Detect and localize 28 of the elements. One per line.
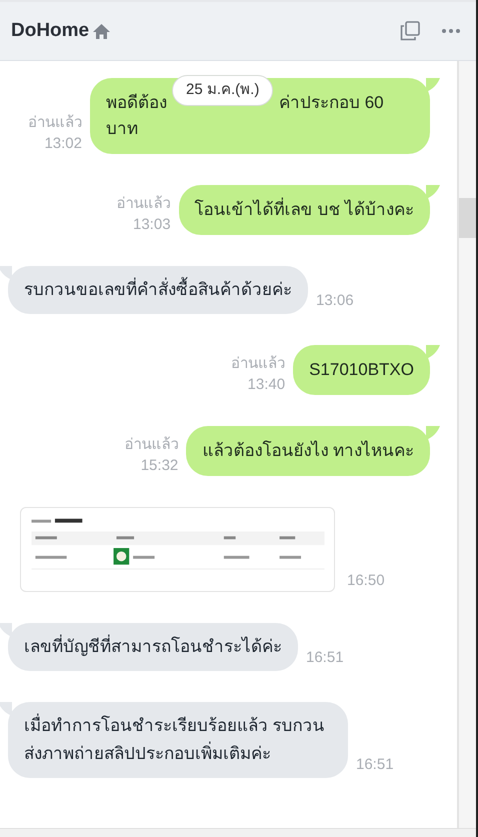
message-time: 16:50 bbox=[347, 570, 385, 590]
message-time: 13:02 bbox=[44, 134, 82, 154]
copy-button[interactable] bbox=[400, 20, 422, 42]
home-icon bbox=[93, 24, 110, 38]
message-text: บาท bbox=[106, 119, 138, 138]
read-receipt: อ่านแล้ว bbox=[231, 354, 286, 374]
bubble-tail bbox=[426, 426, 440, 440]
message-time: 13:03 bbox=[133, 215, 171, 235]
message-time: 16:51 bbox=[306, 648, 344, 668]
read-receipt: อ่านแล้ว bbox=[28, 113, 82, 133]
bubble-tail bbox=[0, 702, 12, 716]
bubble-tail bbox=[426, 345, 440, 359]
message-time: 15:32 bbox=[140, 456, 178, 476]
bubble-tail bbox=[0, 623, 12, 637]
date-badge: 25 ม.ค.(พ.) bbox=[172, 75, 274, 106]
read-receipt: อ่านแล้ว bbox=[116, 194, 171, 214]
message-time: 13:40 bbox=[248, 375, 286, 395]
message-time: 13:06 bbox=[316, 290, 354, 310]
message-text: ค่าประกอบ 60 bbox=[279, 92, 384, 114]
read-receipt: อ่านแล้ว bbox=[124, 435, 178, 455]
bubble-tail bbox=[426, 185, 440, 199]
message-time: 16:51 bbox=[356, 754, 394, 774]
message-text: พอดีต้อง bbox=[106, 92, 167, 114]
scrollbar[interactable] bbox=[457, 61, 476, 828]
more-button[interactable] bbox=[442, 29, 460, 33]
bubble-tail bbox=[0, 266, 12, 280]
horizontal-scrollbar[interactable] bbox=[0, 828, 476, 837]
chat-title: DoHome bbox=[11, 18, 90, 43]
